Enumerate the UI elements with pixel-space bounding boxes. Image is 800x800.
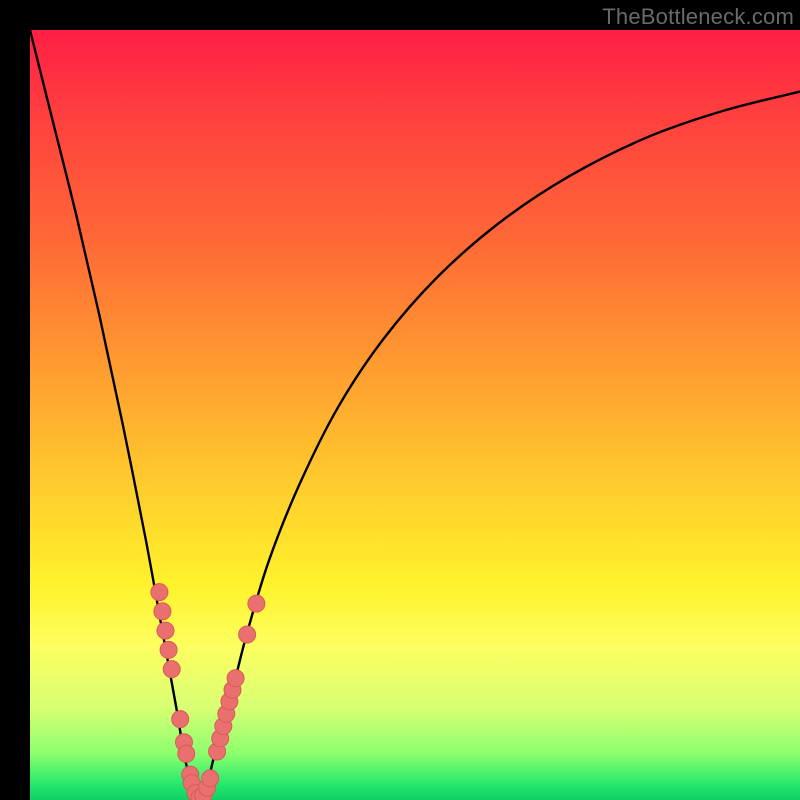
curve-marker <box>178 745 195 762</box>
curve-marker <box>160 641 177 658</box>
chart-svg <box>30 30 800 800</box>
chart-frame: TheBottleneck.com <box>0 0 800 800</box>
watermark-text: TheBottleneck.com <box>602 4 794 30</box>
curve-marker <box>202 770 219 787</box>
curve-marker <box>151 584 168 601</box>
curve-marker <box>157 622 174 639</box>
curve-marker <box>163 661 180 678</box>
plot-area <box>30 30 800 800</box>
bottleneck-curve <box>30 30 800 800</box>
curve-marker <box>154 603 171 620</box>
curve-markers <box>151 584 265 800</box>
curve-marker <box>239 626 256 643</box>
curve-marker <box>172 711 189 728</box>
curve-marker <box>227 670 244 687</box>
curve-marker <box>248 595 265 612</box>
